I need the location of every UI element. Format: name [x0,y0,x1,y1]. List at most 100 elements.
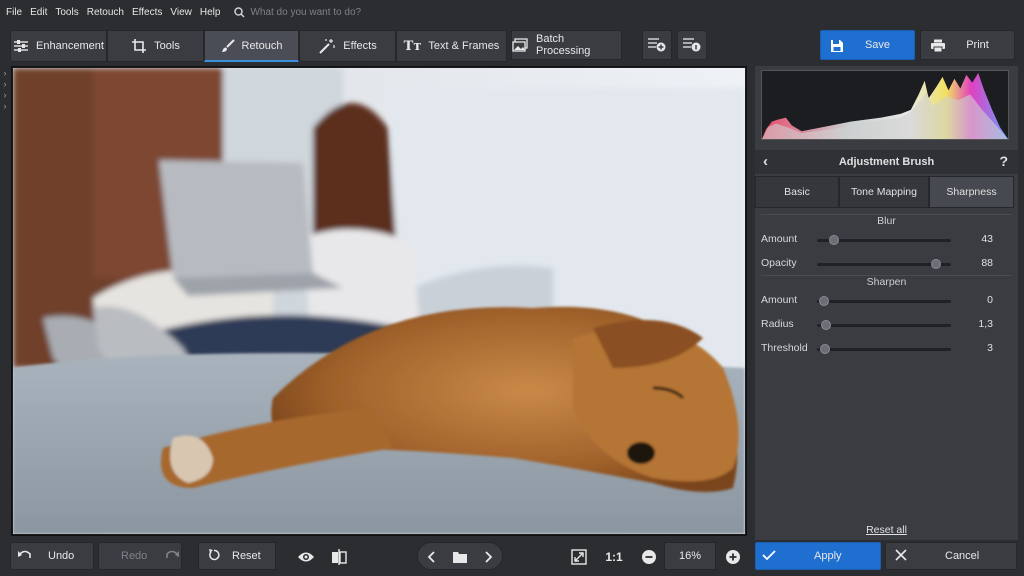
slider-value: 88 [981,257,993,269]
zoom-out-icon[interactable] [637,545,661,569]
tab-retouch[interactable]: Retouch [204,30,299,62]
images-icon [512,38,528,52]
slider-value: 43 [981,233,993,245]
zoom-level-value: 16% [678,550,702,562]
histogram [761,70,1009,140]
menu-retouch[interactable]: Retouch [87,7,124,18]
slider-track[interactable] [817,235,951,245]
previous-image-icon[interactable] [419,545,443,569]
panel-title: Adjustment Brush [838,156,935,168]
batch-processing-button[interactable]: Batch Processing [511,30,622,60]
sharpen-amount-slider[interactable]: Amount 0 [761,293,1011,309]
brush-icon [221,38,235,53]
photo-image [13,68,745,534]
sharpen-radius-slider[interactable]: Radius 1,3 [761,317,1011,333]
reset-all-link[interactable]: Reset all [755,524,1018,536]
right-panel: ‹ Adjustment Brush ? Basic Tone Mapping … [755,66,1018,541]
tab-enhancement[interactable]: Enhancement [10,30,107,62]
chevron-right-icon: › [3,101,7,111]
main-toolbar: Enhancement Tools Retouch Effects Tт Tex… [0,28,1024,64]
preset-info-button[interactable] [677,30,707,60]
next-image-icon[interactable] [477,545,501,569]
slider-track[interactable] [817,320,951,330]
tab-sharpness[interactable]: Sharpness [929,176,1014,208]
checkmark-icon [762,549,776,564]
slider-track[interactable] [817,259,951,269]
save-label: Save [864,39,891,51]
slider-knob[interactable] [829,235,840,245]
slider-knob[interactable] [931,259,942,269]
tab-effects[interactable]: Effects [299,30,396,62]
tab-tools-label: Tools [154,40,180,52]
blur-amount-slider[interactable]: Amount 43 [761,232,1011,248]
cancel-label: Cancel [945,550,980,562]
sliders-info-icon [682,36,702,55]
text-icon: Tт [403,38,422,54]
chevron-right-icon: › [3,79,7,89]
sharpen-section-title: Sharpen [866,276,907,288]
tab-tone-mapping[interactable]: Tone Mapping [839,176,929,208]
menu-tools[interactable]: Tools [55,7,78,18]
reset-label: Reset [232,550,261,562]
search-box[interactable]: What do you want to do? [234,7,361,18]
add-preset-button[interactable] [642,30,672,60]
apply-button[interactable]: Apply [755,542,881,570]
menu-effects[interactable]: Effects [132,7,162,18]
compare-icon[interactable] [327,545,351,569]
close-icon [895,548,907,564]
tab-sharpness-label: Sharpness [946,186,997,198]
fit-to-screen-icon[interactable] [567,545,591,569]
menu-edit[interactable]: Edit [30,7,47,18]
chevron-right-icon: › [3,90,7,100]
zoom-in-icon[interactable] [721,545,745,569]
menu-bar: File Edit Tools Retouch Effects View Hel… [0,0,1024,24]
slider-value: 1,3 [978,318,993,330]
help-icon[interactable]: ? [999,153,1008,169]
menu-file[interactable]: File [6,7,22,18]
slider-knob[interactable] [818,296,829,306]
tab-effects-label: Effects [343,40,377,52]
printer-icon [930,39,946,56]
tab-enhancement-label: Enhancement [36,40,104,52]
redo-button[interactable]: Redo [98,542,182,570]
photo-canvas[interactable] [11,66,747,536]
tab-text-frames[interactable]: Tт Text & Frames [396,30,507,62]
tab-basic-label: Basic [784,186,810,198]
slider-track[interactable] [817,296,951,306]
crop-icon [131,38,147,54]
sharpen-threshold-slider[interactable]: Threshold 3 [761,341,1011,357]
blur-opacity-slider[interactable]: Opacity 88 [761,256,1011,272]
chevron-left-icon[interactable]: ‹ [763,154,768,169]
zoom-level-field[interactable]: 16% [664,542,716,570]
save-icon [830,39,844,56]
tab-tools[interactable]: Tools [107,30,204,62]
slider-knob[interactable] [821,320,832,330]
search-input[interactable]: What do you want to do? [250,7,361,18]
search-icon [234,6,245,18]
menu-view[interactable]: View [170,7,192,18]
blur-section-title: Blur [877,215,896,227]
apply-label: Apply [814,550,842,562]
undo-button[interactable]: Undo [10,542,94,570]
bottom-bar: Undo Redo Reset 1:1 16% Apply Cancel [0,540,1024,576]
sliders-add-icon [647,36,667,55]
zoom-actual-size-button[interactable]: 1:1 [600,545,628,569]
slider-label: Amount [761,233,798,245]
print-button[interactable]: Print [920,30,1015,60]
tab-retouch-label: Retouch [241,39,283,52]
print-label: Print [966,39,989,51]
slider-track[interactable] [817,344,951,354]
save-button[interactable]: Save [820,30,915,60]
chevron-right-icon: › [3,68,7,78]
redo-label: Redo [121,550,148,562]
left-panel-collapse-strip[interactable]: › › › › [0,66,10,546]
eye-icon[interactable] [294,545,318,569]
batch-processing-label: Batch Processing [536,33,591,57]
slider-value: 0 [987,294,993,306]
folder-icon[interactable] [448,545,472,569]
reset-button[interactable]: Reset [198,542,276,570]
tab-basic[interactable]: Basic [755,176,839,208]
slider-knob[interactable] [820,344,831,354]
menu-help[interactable]: Help [200,7,221,18]
cancel-button[interactable]: Cancel [885,542,1017,570]
